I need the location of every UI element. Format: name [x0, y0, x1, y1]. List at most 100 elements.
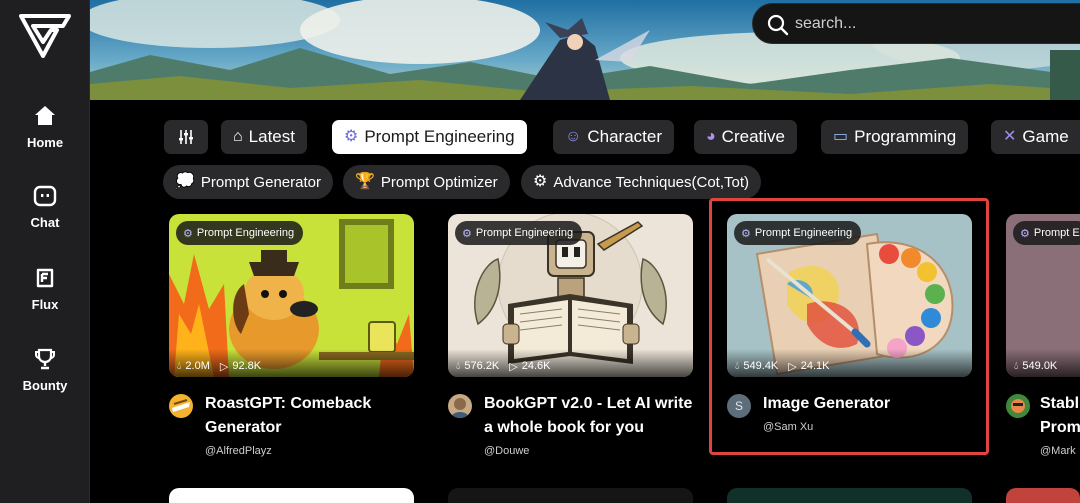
views-stat: 💧︎ 576.2K	[456, 360, 499, 373]
flux-icon	[36, 268, 54, 288]
avatar[interactable]	[448, 394, 472, 418]
plays-count: 24.1K	[800, 360, 830, 372]
nav-chat[interactable]: Chat	[0, 184, 90, 232]
subtab-prompt-optimizer-label: Prompt Optimizer	[380, 173, 498, 191]
logo-icon[interactable]	[19, 14, 71, 58]
gear-icon: ⚙	[1020, 227, 1030, 240]
next-card-peek	[169, 488, 414, 503]
droplet-icon: 💧︎	[1014, 359, 1019, 372]
plays-stat: ▷ 92.8K	[220, 360, 261, 373]
swords-icon: ✕	[1003, 128, 1017, 145]
card-title[interactable]: Image Generator	[763, 392, 972, 416]
gear-icon: ⚙	[741, 227, 751, 240]
card-title-line: Prom	[1040, 419, 1080, 436]
tab-programming[interactable]: ▭ Programming	[821, 120, 969, 154]
sidebar: Home Chat Flux Bounty	[0, 0, 90, 503]
play-icon: ▷	[219, 360, 229, 373]
card-info: RoastGPT: Comeback Generator @AlfredPlay…	[169, 392, 414, 457]
tab-character[interactable]: ☺ Character	[553, 120, 674, 154]
subtab-prompt-optimizer[interactable]: 🏆 Prompt Optimizer	[343, 165, 510, 199]
subtab-prompt-generator-label: Prompt Generator	[200, 173, 321, 191]
filter-icon	[179, 130, 193, 144]
subtab-advance-techniques-label: Advance Techniques(Cot,Tot)	[553, 173, 750, 191]
card-author[interactable]: @Douwe	[484, 445, 693, 457]
category-badge: ⚙ Prompt Engineering	[176, 221, 304, 245]
nav-bounty[interactable]: Bounty	[0, 347, 90, 395]
card-thumbnail[interactable]: ⚙ Prompt Engineering 💧︎ 2.0M ▷ 92.8K	[169, 214, 414, 377]
card-info: BookGPT v2.0 - Let AI write a whole book…	[448, 392, 693, 457]
droplet-icon: 💧︎	[735, 359, 740, 372]
views-stat: 💧︎ 549.0K	[1014, 360, 1057, 373]
plays-count: 92.8K	[232, 360, 262, 372]
tab-prompt-engineering[interactable]: ⚙ Prompt Engineering	[332, 120, 527, 154]
views-stat: 💧︎ 549.4K	[735, 360, 778, 373]
monitor-icon: ▭	[833, 128, 849, 145]
search-icon	[767, 14, 789, 36]
house-icon: ⌂	[233, 128, 243, 145]
tab-creative[interactable]: ◕ Creative	[694, 120, 797, 154]
category-badge-label: Prompt Engineering	[754, 227, 853, 239]
nav-flux[interactable]: Flux	[0, 266, 90, 314]
card-title[interactable]: BookGPT v2.0 - Let AI write a whole book…	[484, 392, 693, 440]
subtab-prompt-generator[interactable]: 💭 Prompt Generator	[163, 165, 333, 199]
trophy-icon	[35, 348, 55, 370]
tab-latest[interactable]: ⌂ Latest	[221, 120, 307, 154]
hero-banner	[90, 0, 1080, 100]
avatar[interactable]	[1006, 394, 1030, 418]
card-author[interactable]: @Mark	[1040, 445, 1080, 457]
card-author[interactable]: @Sam Xu	[763, 421, 972, 433]
tab-game[interactable]: ✕ Game	[991, 120, 1080, 154]
next-card-peek	[727, 488, 972, 503]
gear-icon: ⚙	[344, 128, 359, 145]
views-stat: 💧︎ 2.0M	[177, 360, 210, 373]
prompt-card[interactable]: ⚙ Prompt Engineering 💧︎ 2.0M ▷ 92.8K Roast…	[169, 214, 414, 457]
card-stats: 💧︎ 549.0K	[1006, 349, 1080, 377]
search-bar[interactable]	[752, 3, 1080, 44]
subtab-advance-techniques[interactable]: ⚙ Advance Techniques(Cot,Tot)	[521, 165, 762, 199]
avatar[interactable]	[169, 394, 193, 418]
card-title[interactable]: RoastGPT: Comeback Generator	[205, 392, 414, 440]
card-stats: 💧︎ 576.2K ▷ 24.6K	[448, 349, 693, 377]
card-title[interactable]: Stabl Prom	[1040, 392, 1080, 440]
palette-icon: ◕	[706, 128, 716, 145]
category-badge-label: Prompt Engineering	[196, 227, 295, 239]
gear-icon: ⚙	[183, 227, 193, 240]
card-info: Stabl Prom @Mark	[1006, 392, 1080, 457]
prompt-card[interactable]: ⚙ Prompt Engineering 💧︎ 549.4K ▷ 24.1K S I…	[727, 214, 972, 433]
views-count: 549.0K	[1022, 360, 1058, 372]
tab-prompt-engineering-label: Prompt Engineering	[364, 127, 515, 146]
nav-home[interactable]: Home	[0, 104, 90, 152]
category-badge: ⚙ Prompt Engineering	[734, 221, 862, 245]
category-badge: ⚙ Prompt Engineering	[455, 221, 583, 245]
droplet-icon: 💧︎	[456, 359, 461, 372]
views-count: 576.2K	[464, 360, 500, 372]
droplet-icon: 💧︎	[177, 359, 182, 372]
search-input[interactable]	[795, 4, 1080, 43]
play-icon: ▷	[509, 360, 518, 373]
trophy-icon: 🏆	[355, 173, 375, 190]
nav-chat-label: Chat	[30, 215, 60, 230]
prompt-card[interactable]: ⚙ Prompt Engineering 💧︎ 576.2K ▷ 24.6K Boo…	[448, 214, 693, 457]
plays-stat: ▷ 24.1K	[788, 360, 829, 373]
home-icon	[35, 106, 55, 125]
tab-character-label: Character	[587, 127, 662, 146]
plays-stat: ▷ 24.6K	[509, 360, 550, 373]
filter-button[interactable]	[164, 120, 208, 154]
next-card-peek	[448, 488, 693, 503]
card-thumbnail[interactable]: ⚙ Prompt Engineering 💧︎ 576.2K ▷ 24.6K	[448, 214, 693, 377]
prompt-card[interactable]: ⚙ Prompt E 💧︎ 549.0K Stabl Prom @Mark	[1006, 214, 1080, 457]
views-count: 549.4K	[743, 360, 779, 372]
card-thumbnail[interactable]: ⚙ Prompt E 💧︎ 549.0K	[1006, 214, 1080, 377]
smile-icon: ☺	[565, 128, 582, 145]
tab-latest-label: Latest	[248, 127, 295, 146]
card-info: S Image Generator @Sam Xu	[727, 392, 972, 433]
plays-count: 24.6K	[521, 360, 551, 372]
card-author[interactable]: @AlfredPlayz	[205, 445, 414, 457]
tab-programming-label: Programming	[854, 127, 957, 146]
nav-home-label: Home	[26, 135, 64, 150]
avatar[interactable]: S	[727, 394, 751, 418]
card-thumbnail[interactable]: ⚙ Prompt Engineering 💧︎ 549.4K ▷ 24.1K	[727, 214, 972, 377]
gear-icon: ⚙	[462, 227, 472, 240]
nav-flux-label: Flux	[31, 297, 59, 312]
gear-icon: ⚙	[533, 173, 548, 190]
